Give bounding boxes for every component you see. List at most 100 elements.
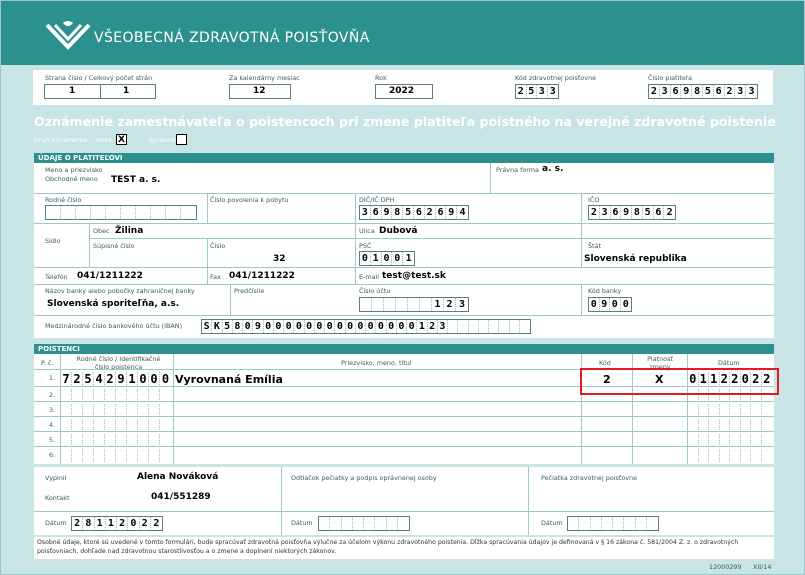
psc-field[interactable]: 01001 [359,251,415,266]
digit-cell: 0 [335,320,346,333]
stamp-label: Odtlačok pečiatky a podpis oprávnenej os… [291,474,437,482]
digit-cell [121,206,136,219]
fax-value[interactable]: 041/1211222 [229,271,295,281]
digit-cell: 2 [589,206,600,219]
digit-cell: 5 [403,206,414,219]
business-name-value[interactable]: TEST a. s. [111,175,160,185]
digit-cell: 6 [414,206,425,219]
account-field[interactable]: 123 [359,297,469,312]
payer-number-field[interactable]: 2369856233 [648,84,758,99]
dic-field[interactable]: 3698562694 [359,205,469,220]
digit-cell: 3 [660,85,671,98]
col-date-label: Dátum [718,359,740,367]
year-label: Rok [375,74,387,82]
legal-form-value[interactable]: a. s. [542,164,563,174]
digit-cell [105,449,116,462]
digit-cell: 8 [692,85,703,98]
digit-cell: K [212,320,223,333]
footer-date-field[interactable]: 28112022 [71,516,163,531]
filled-by-value[interactable]: Alena Nováková [137,472,218,482]
digit-cell [568,517,580,530]
digit-cell: 0 [243,320,254,333]
city-value[interactable]: Žilina [115,226,143,236]
digit-cell: 0 [149,372,160,386]
digit-cell: 6 [654,206,665,219]
digit-cell [127,449,138,462]
birth-number-label: Rodné číslo [45,196,82,204]
insured-id-field[interactable]: 7254291000 [61,372,173,386]
contact-value[interactable]: 041/551289 [151,492,211,502]
insured-date-field[interactable] [688,449,774,462]
digit-cell [699,449,709,462]
highlight-box [580,368,779,395]
digit-cell [360,298,372,311]
state-value[interactable]: Slovenská republika [584,254,687,264]
form-version: XII/14 [753,563,772,571]
row-number: 2. [49,391,56,399]
street-label: Ulica [359,227,375,235]
digit-cell: 9 [253,320,264,333]
iban-field[interactable]: SK5809000000000000000123 [201,319,531,334]
bank-code-field[interactable]: 0900 [588,297,632,312]
col-pc-label: P. č. [41,359,54,367]
digit-cell: 5 [223,320,233,333]
digit-cell: 2 [725,85,736,98]
insurer-date-field[interactable] [567,516,659,531]
contact-label: Kontakt [45,494,70,502]
ico-field[interactable]: 23698562 [588,205,676,220]
digit-cell [72,449,83,462]
notice-new-label: nové [96,136,112,144]
digit-cell: 0 [264,320,274,333]
insured-id-field[interactable] [61,449,173,462]
digit-cell [330,517,342,530]
digit-cell: 6 [371,206,382,219]
digit-cell [720,449,730,462]
digit-cell [387,517,398,530]
birth-number-field[interactable] [45,205,197,220]
insurer-code-field[interactable]: 2533 [515,84,559,99]
notice-corrected-checkbox[interactable] [176,134,187,145]
digit-cell: 0 [589,298,600,311]
digit-cell: 1 [127,372,138,386]
insurer-code-label: Kód zdravotnej poisťovne [515,74,597,82]
digit-cell: 2 [444,298,456,311]
bank-name-value[interactable]: Slovenská sporiteľňa, a.s. [47,299,179,309]
digit-cell [375,517,387,530]
phone-value[interactable]: 041/1211222 [77,271,143,281]
digit-cell: 5 [703,85,714,98]
digit-cell: 5 [643,206,654,219]
email-value[interactable]: test@test.sk [382,271,446,281]
digit-cell [136,206,151,219]
digit-cell [364,517,376,530]
digit-cell [106,206,121,219]
digit-cell: 0 [284,320,295,333]
digit-cell [94,449,105,462]
fax-label: Fax [210,273,221,281]
prefix-label: Predčíslie [234,287,265,295]
street-value[interactable]: Dubová [379,226,417,236]
digit-cell: 0 [360,252,371,265]
digit-cell [479,320,489,333]
house-number-value[interactable]: 32 [273,254,286,264]
notice-new-checkbox[interactable]: X [116,134,127,145]
insurance-form: VŠEOBECNÁ ZDRAVOTNÁ POISŤOVŇA Strana čís… [0,0,805,575]
notice-type-label: Druh oznámenia: [34,136,89,144]
digit-cell [372,298,384,311]
digit-cell [384,298,396,311]
digit-cell [398,517,409,530]
digit-cell: 0 [397,320,407,333]
stamp-date-field[interactable] [318,516,410,531]
digit-cell: 2 [428,320,438,333]
digit-cell [61,449,72,462]
digit-cell: 6 [436,206,447,219]
brand-name: VŠEOBECNÁ ZDRAVOTNÁ POISŤOVŇA [94,30,370,46]
digit-cell [636,517,647,530]
business-name-label: Obchodné meno [45,175,98,183]
insured-name[interactable]: Vyrovnaná Emília [175,373,283,386]
digit-cell [448,320,459,333]
digit-cell [342,517,353,530]
digit-cell [688,449,699,462]
digit-cell: 0 [346,320,356,333]
digit-cell: 1 [371,252,382,265]
digit-cell [353,517,364,530]
